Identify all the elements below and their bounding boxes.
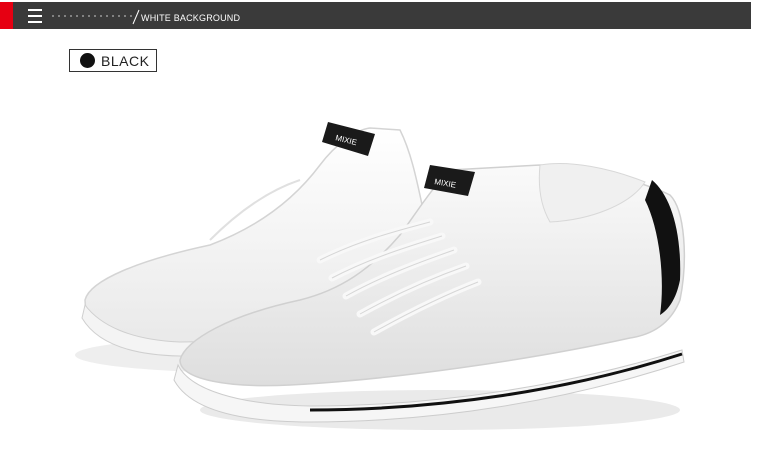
menu-icon-line (28, 9, 42, 11)
menu-icon-line (28, 21, 42, 23)
menu-icon-line (28, 15, 42, 17)
menu-icon[interactable] (28, 9, 42, 23)
dotted-divider (50, 15, 132, 17)
color-swatch (80, 53, 95, 68)
section-title: WHITE BACKGROUND (141, 13, 241, 23)
slash-divider (132, 9, 140, 25)
color-variant-label: BLACK (101, 52, 150, 69)
header-accent-strip (0, 2, 13, 29)
sneakers-product-image: MIXIE MIXIE (75, 122, 686, 430)
color-variant-chip[interactable]: BLACK (69, 49, 157, 72)
product-page: WHITE BACKGROUND BLACK MIXIE MIXIE (0, 0, 765, 465)
